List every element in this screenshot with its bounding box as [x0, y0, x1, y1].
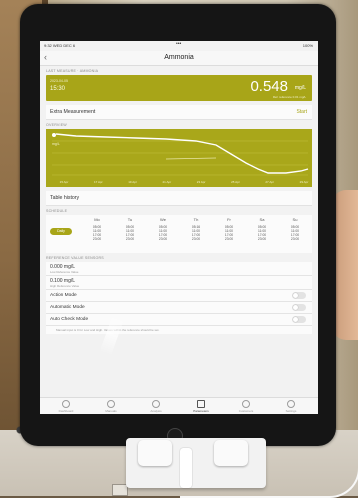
measure-reference: Ref. reference 0.01 mg/L — [272, 95, 306, 99]
day-header-su: Su — [292, 217, 298, 222]
schedule-time: 23:00 — [92, 237, 102, 242]
chart-y-tag: mg/L — [52, 142, 60, 146]
day-header-we: We — [160, 217, 166, 222]
battery-indicator: 100% — [302, 43, 313, 48]
reference-block: 0.000 mg/L Low Reference Value 0.100 mg/… — [46, 262, 312, 334]
overview-label: OVERVIEW — [46, 123, 67, 127]
automatic-mode-toggle[interactable] — [292, 304, 306, 311]
reference-marker-line — [165, 157, 217, 160]
measure-time: 15:30 — [50, 86, 66, 92]
x-axis-ticks: 15 Apr 17 Apr 19 Apr 21 Apr 23 Apr 25 Apr 27 A… — [60, 180, 309, 184]
reference-label: REFERENCE VALUE SENSORS — [46, 256, 104, 260]
day-header-fr: Fr — [227, 217, 231, 222]
schedule-time: 23:00 — [125, 237, 135, 242]
day-header-tu: Tu — [127, 217, 133, 222]
automatic-mode-label: Automatic Mode — [50, 305, 85, 310]
tab-label: Customers — [238, 409, 254, 413]
start-button[interactable]: Start — [296, 109, 307, 115]
charging-cable — [180, 462, 358, 498]
x-tick-label: 27 Apr — [265, 180, 274, 184]
day-header-th: Th — [193, 217, 199, 222]
x-tick-label: 25 Apr — [231, 180, 240, 184]
manuals-icon — [107, 400, 115, 408]
day-times-fr[interactable]: 05:00 11:00 17:00 23:00 — [214, 225, 244, 241]
overview-chart-svg: mg/L 15 Apr 17 Apr 19 Apr 21 Apr 23 Apr 25 Ap… — [52, 133, 309, 184]
measure-unit: mg/L — [294, 85, 306, 91]
auto-check-mode-toggle[interactable] — [292, 316, 306, 323]
ammonia-trend-line — [55, 133, 309, 174]
schedule-time: 23:00 — [290, 237, 300, 242]
automatic-mode-row: Automatic Mode — [46, 302, 312, 314]
day-times-su[interactable]: 05:00 11:00 17:00 23:00 — [280, 225, 310, 241]
day-header-sa: Sa — [259, 217, 265, 222]
analysis-icon — [152, 400, 160, 408]
tab-analysis[interactable]: Analysis — [136, 400, 176, 413]
status-bar: 9:32 WED DEC 6 ••• 100% — [40, 41, 318, 51]
day-times-we[interactable]: 05:00 11:00 17:00 23:00 — [148, 225, 178, 241]
parameters-icon — [197, 400, 205, 408]
table-history-row[interactable]: Table history — [46, 191, 312, 206]
low-reference-sub: Low Reference Value — [50, 270, 79, 274]
high-reference-sub: High Reference Value — [50, 284, 80, 288]
multitask-dots[interactable]: ••• — [176, 41, 181, 47]
customers-icon — [242, 400, 250, 408]
tab-dashboard[interactable]: Dashboard — [46, 400, 86, 413]
day-header-mo: Mo — [94, 217, 100, 222]
schedule-time: 23:00 — [191, 237, 201, 242]
x-tick-label: 23 Apr — [197, 180, 206, 184]
table-history-label: Table history — [50, 195, 80, 201]
tab-label: Dashboard — [58, 409, 74, 413]
schedule-table: Daily Mo 05:00 11:00 17:00 23:00 Tu 05:00 11:00… — [46, 215, 312, 253]
page-title: Ammonia — [164, 54, 194, 61]
nav-bar: ‹ Ammonia — [40, 51, 318, 66]
x-tick-label: 19 Apr — [128, 180, 137, 184]
schedule-time: 23:00 — [224, 237, 234, 242]
action-mode-row: Action Mode — [46, 290, 312, 302]
tab-settings[interactable]: Settings — [271, 400, 311, 413]
extra-measurement-label: Extra Measurement — [50, 109, 96, 115]
daily-pill[interactable]: Daily — [50, 228, 72, 235]
x-tick-label: 21 Apr — [163, 180, 172, 184]
schedule-label: SCHEDULE — [46, 209, 68, 213]
auto-check-mode-label: Auto Check Mode — [50, 317, 89, 322]
last-measure-card: 2023-04-05 15:30 0.548 mg/L Ref. referen… — [46, 75, 312, 101]
auto-check-mode-row: Auto Check Mode — [46, 314, 312, 326]
tab-bar: Dashboard Manuals Analysis Parameters Custom… — [40, 397, 318, 414]
x-tick-label: 17 Apr — [94, 180, 103, 184]
schedule-time: 23:00 — [158, 237, 168, 242]
x-tick-label: 15 Apr — [60, 180, 69, 184]
footnote: Manual input is 0 for Low and High. Valu… — [56, 328, 160, 332]
tab-parameters[interactable]: Parameters — [181, 400, 221, 413]
low-reference-item[interactable]: 0.000 mg/L Low Reference Value — [46, 262, 312, 276]
measure-date: 2023-04-05 — [50, 79, 68, 83]
tab-label: Analysis — [150, 409, 162, 413]
tab-manuals[interactable]: Manuals — [91, 400, 131, 413]
tablet-screen: 9:32 WED DEC 6 ••• 100% ‹ Ammonia LAST M… — [40, 41, 318, 414]
tab-label: Settings — [285, 409, 297, 413]
earbud-case-left — [138, 440, 172, 466]
schedule-time: 23:00 — [257, 237, 267, 242]
action-mode-label: Action Mode — [50, 293, 77, 298]
day-times-sa[interactable]: 05:00 11:00 17:00 23:00 — [247, 225, 277, 241]
status-time: 9:32 WED DEC 6 — [44, 43, 76, 48]
tab-customers[interactable]: Customers — [226, 400, 266, 413]
action-mode-toggle[interactable] — [292, 292, 306, 299]
high-reference-item[interactable]: 0.100 mg/L High Reference Value — [46, 276, 312, 290]
day-times-th[interactable]: 05:16 11:00 17:00 23:00 — [181, 225, 211, 241]
settings-icon — [287, 400, 295, 408]
x-tick-label: 29 Apr — [300, 180, 309, 184]
extra-measurement-row[interactable]: Extra Measurement Start — [46, 105, 312, 120]
measure-value: 0.548 — [250, 78, 288, 95]
tab-label: Parameters — [193, 409, 209, 413]
day-times-tu[interactable]: 05:00 11:00 17:00 23:00 — [115, 225, 145, 241]
day-times-mo[interactable]: 05:00 11:00 17:00 23:00 — [82, 225, 112, 241]
tab-label: Manuals — [105, 409, 117, 413]
last-measure-label: LAST MEASURE · AMMONIA — [46, 69, 99, 73]
dashboard-icon — [62, 400, 70, 408]
start-point-marker — [52, 133, 56, 137]
overview-chart[interactable]: mg/L 15 Apr 17 Apr 19 Apr 21 Apr 23 Apr 25 Ap… — [46, 129, 312, 187]
